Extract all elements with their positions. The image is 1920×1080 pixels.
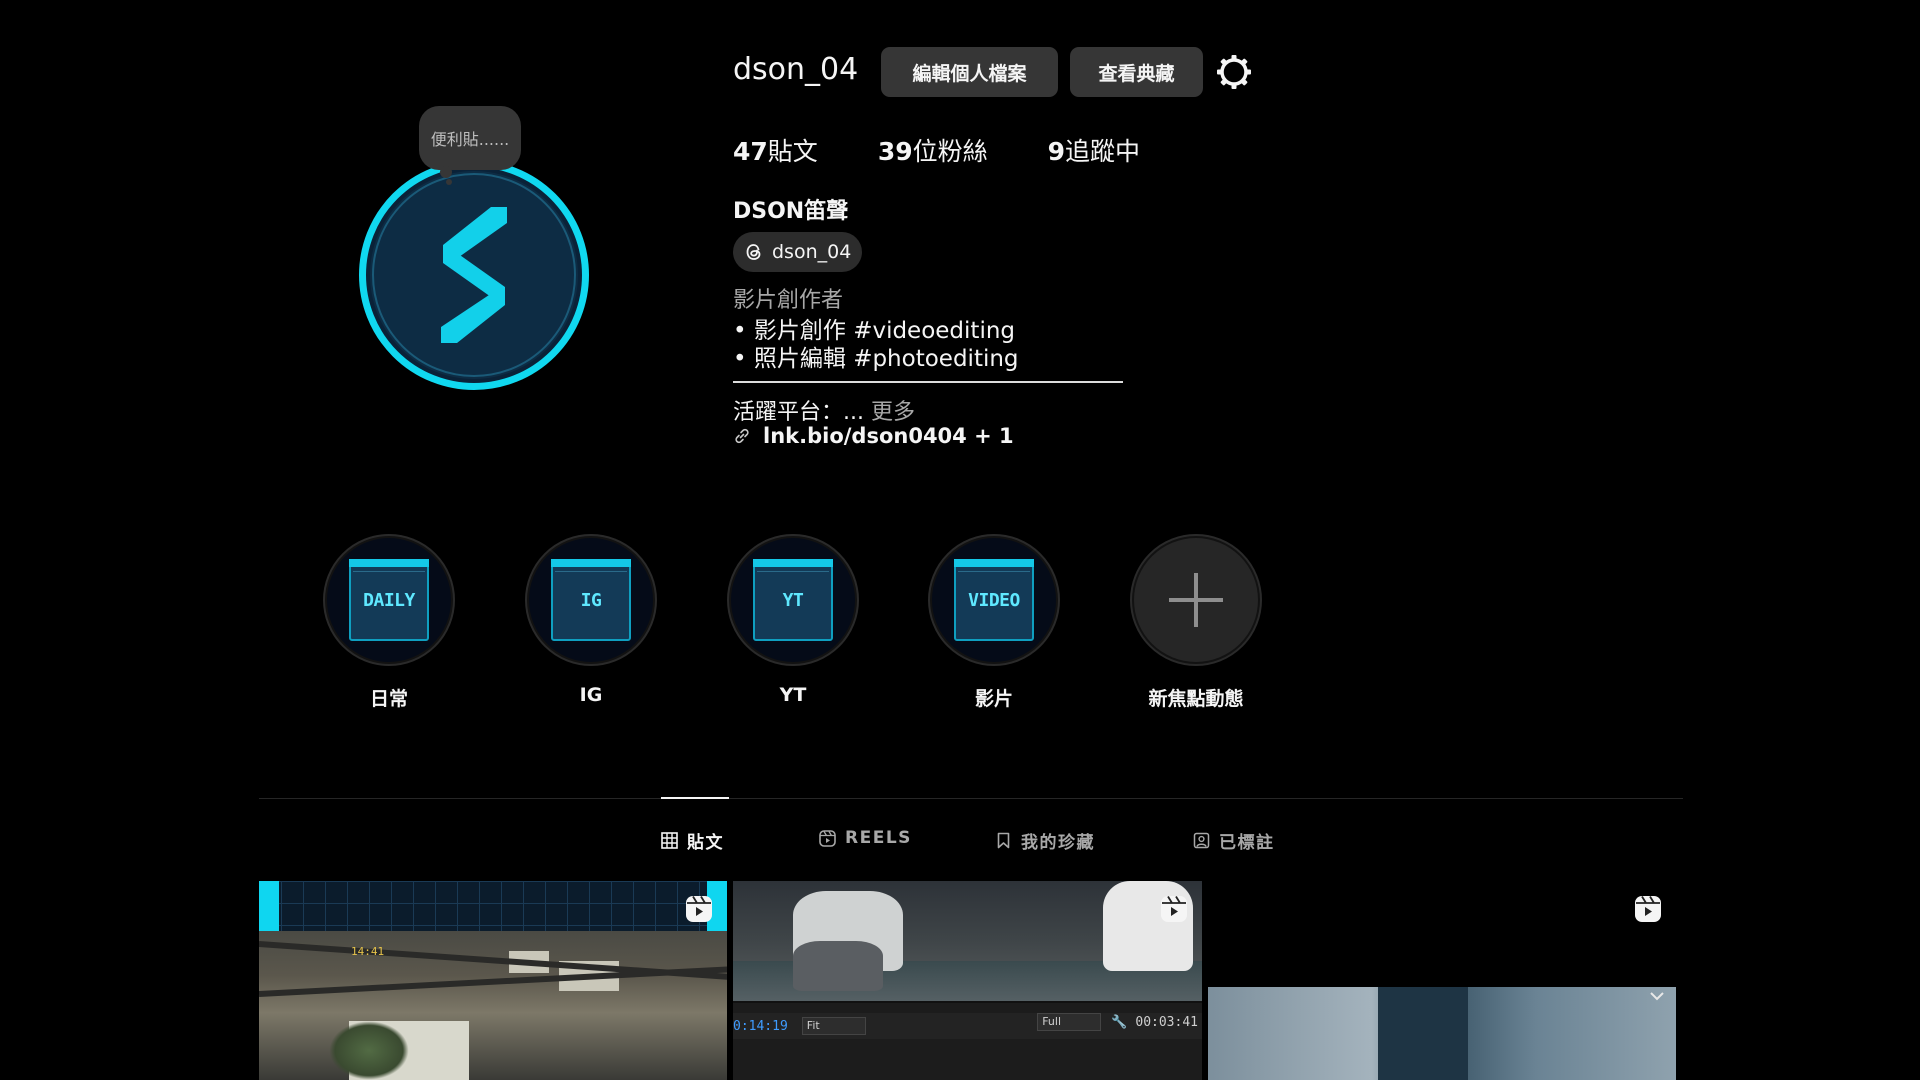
followers-stat[interactable]: 39位粉絲 (878, 132, 988, 168)
fit-select: Fit (801, 1017, 866, 1035)
tab-label: 貼文 (687, 833, 724, 853)
note-bubble[interactable]: 便利貼...... (419, 106, 521, 170)
note-bubble-tail-small (446, 179, 452, 185)
gear-icon[interactable] (1215, 53, 1253, 91)
bio-platform: 活躍平台：... 更多 (733, 394, 915, 426)
highlight-inner: VIDEO (932, 538, 1056, 662)
highlight-inner: DAILY (327, 538, 451, 662)
editor-timecode: 0:14:19 (733, 1018, 788, 1034)
scene-door (1378, 987, 1468, 1080)
note-text: 便利貼...... (430, 130, 510, 149)
tab-reels[interactable]: REELS (819, 828, 912, 848)
reels-icon (819, 829, 836, 847)
highlight-circle: DAILY (323, 534, 455, 666)
editor-toolbar-right: Full 🔧 00:03:41 (1037, 1013, 1198, 1031)
threads-handle: dson_04 (772, 241, 852, 263)
tab-saved[interactable]: 我的珍藏 (995, 828, 1095, 853)
highlight-yt[interactable]: YT YT (727, 534, 859, 706)
tab-tagged[interactable]: 已標註 (1193, 828, 1275, 853)
tabs-divider (259, 798, 1683, 799)
post-thumbnail[interactable] (1208, 881, 1676, 1080)
post-frame-grid (259, 881, 727, 931)
post-thumbnail[interactable]: 14:41 (259, 881, 727, 1080)
highlight-cover-text: YT (782, 589, 804, 611)
scene-plant (329, 1021, 409, 1080)
folder-icon: YT (753, 559, 833, 641)
dson-logo-icon (441, 207, 507, 343)
following-label: 追蹤中 (1065, 137, 1141, 166)
folder-icon: VIDEO (954, 559, 1034, 641)
highlight-daily[interactable]: DAILY 日常 (323, 534, 455, 711)
following-stat[interactable]: 9追蹤中 (1048, 132, 1140, 168)
followers-label: 位粉絲 (912, 137, 988, 166)
posts-stat: 47貼文 (733, 132, 818, 168)
posts-label: 貼文 (767, 137, 818, 166)
highlight-inner (1134, 538, 1258, 662)
chevron-down-icon (1650, 992, 1664, 1001)
note-bubble-tail (440, 166, 452, 178)
platform-text: 活躍平台：... (733, 400, 864, 425)
plus-icon (1169, 573, 1223, 627)
highlight-circle: IG (525, 534, 657, 666)
highlight-circle: YT (727, 534, 859, 666)
link-icon (735, 428, 749, 444)
hud-text: 14:41 (351, 945, 385, 958)
highlight-inner: IG (529, 538, 653, 662)
profile-avatar[interactable] (359, 160, 589, 390)
posts-count: 47 (733, 137, 768, 166)
wrench-icon: 🔧 (1111, 1014, 1128, 1030)
highlight-label: 新焦點動態 (1148, 688, 1244, 710)
highlight-ig[interactable]: IG IG (525, 534, 657, 706)
tab-label: 已標註 (1219, 833, 1275, 853)
full-name: DSON笛聲 (733, 199, 849, 224)
tagged-icon (1193, 832, 1210, 849)
bookmark-icon (997, 832, 1010, 849)
external-link[interactable]: lnk.bio/dson0404 + 1 (733, 424, 1014, 448)
folder-icon: IG (551, 559, 631, 641)
highlight-label: YT (779, 684, 807, 706)
highlight-label: 影片 (974, 688, 1013, 710)
reels-icon (1161, 896, 1187, 922)
bio-more-link[interactable]: 更多 (871, 400, 915, 425)
view-archive-button[interactable]: 查看典藏 (1070, 47, 1203, 97)
highlight-label: IG (579, 684, 603, 706)
profile-category: 影片創作者 (733, 288, 844, 313)
profile-page: 便利貼...... dson_04 編輯個人檔案 查看典藏 47貼文 39位粉絲… (0, 0, 1920, 1080)
highlight-label: 日常 (369, 688, 408, 710)
editor-duration: 00:03:41 (1135, 1014, 1198, 1030)
video-figure-legs (793, 941, 883, 991)
following-count: 9 (1047, 137, 1066, 166)
highlight-inner: YT (731, 538, 855, 662)
highlight-cover-text: IG (580, 589, 602, 611)
bio-divider (733, 381, 1123, 383)
post-thumbnail[interactable]: 0:14:19 Fit Full 🔧 00:03:41 (733, 881, 1202, 1080)
highlight-circle (1130, 534, 1262, 666)
tab-posts[interactable]: 貼文 (661, 828, 724, 853)
new-highlight-button[interactable]: 新焦點動態 (1130, 534, 1262, 711)
followers-count: 39 (877, 137, 913, 166)
grid-icon (661, 832, 678, 849)
highlight-cover-text: VIDEO (968, 589, 1020, 611)
threads-icon (746, 244, 761, 260)
reels-icon (1635, 896, 1661, 922)
bio-line-2: • 照片編輯 #photoediting (733, 346, 1019, 372)
post-frame-accent (259, 881, 279, 931)
username: dson_04 (733, 52, 859, 87)
highlight-video[interactable]: VIDEO 影片 (928, 534, 1060, 711)
profile-stats: 47貼文 39位粉絲 9追蹤中 (733, 132, 1200, 168)
editor-panel: 0:14:19 Fit Full 🔧 00:03:41 (733, 1001, 1202, 1080)
tab-label: 我的珍藏 (1021, 833, 1095, 853)
tab-label: REELS (845, 828, 912, 848)
link-text: lnk.bio/dson0404 + 1 (763, 424, 1014, 448)
quality-select: Full (1037, 1013, 1102, 1031)
active-tab-indicator (661, 797, 729, 799)
threads-badge[interactable]: dson_04 (733, 232, 863, 272)
edit-profile-button[interactable]: 編輯個人檔案 (881, 47, 1058, 97)
highlight-circle: VIDEO (928, 534, 1060, 666)
folder-icon: DAILY (349, 559, 429, 641)
reels-icon (686, 896, 712, 922)
highlight-cover-text: DAILY (363, 589, 415, 611)
